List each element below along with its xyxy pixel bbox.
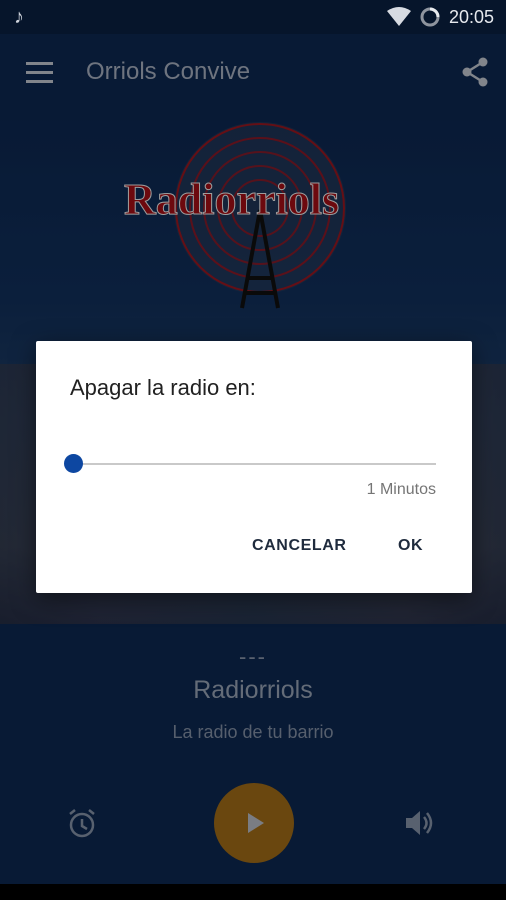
cancel-button[interactable]: CANCELAR [252,537,347,555]
slider-track [70,463,436,465]
loading-icon [420,7,440,27]
dialog-title: Apagar la radio en: [70,375,256,400]
sleep-timer-slider[interactable] [64,453,436,477]
clock: 20:05 [448,6,494,27]
sleep-timer-dialog: Apagar la radio en: 1 Minutos CANCELAR O… [36,341,472,593]
slider-thumb[interactable] [64,454,83,473]
timer-value-label: 1 Minutos [366,481,436,498]
wifi-icon [386,7,411,26]
music-note-icon: ♪ [14,6,24,28]
status-bar: ♪ 20:05 [0,0,506,34]
ok-button[interactable]: OK [398,537,423,555]
